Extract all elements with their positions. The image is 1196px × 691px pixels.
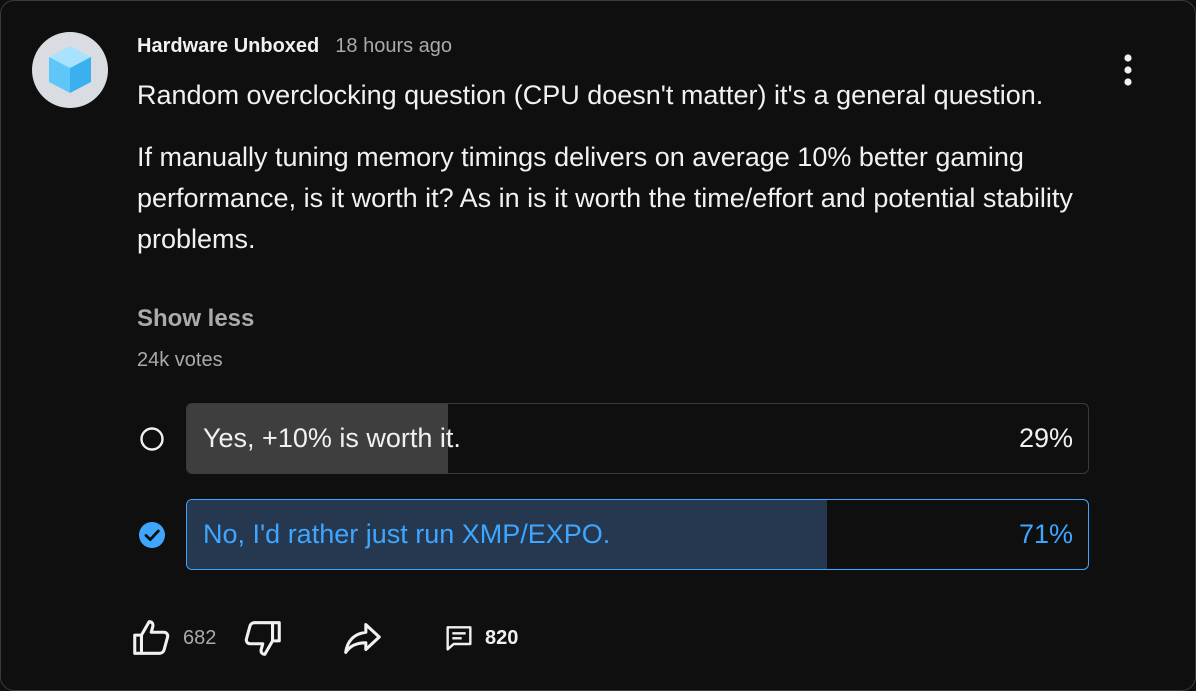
blue-cube-icon (49, 46, 91, 93)
more-vert-icon (1124, 54, 1132, 86)
poll-option-selected[interactable]: No, I'd rather just run XMP/EXPO. 71% (186, 499, 1089, 570)
channel-name[interactable]: Hardware Unboxed (137, 35, 319, 58)
poll-option-label: Yes, +10% is worth it. (203, 423, 461, 453)
share-button[interactable] (339, 613, 385, 663)
post-paragraph: Random overclocking question (CPU doesn'… (137, 80, 1044, 110)
like-button[interactable]: 682 (129, 613, 216, 663)
post-header: Hardware Unboxed 18 hours ago (137, 35, 452, 58)
dislike-button[interactable] (239, 613, 285, 663)
comment-count: 820 (485, 626, 519, 649)
post-timestamp[interactable]: 18 hours ago (335, 35, 452, 58)
poll-option-radio[interactable] (138, 425, 166, 453)
show-less-button[interactable]: Show less (137, 305, 254, 333)
radio-unchecked-icon (140, 427, 164, 451)
post-body: Random overclocking question (CPU doesn'… (137, 75, 1097, 260)
poll-option-percent: 29% (1018, 423, 1073, 453)
post-action-bar: 682 820 (129, 613, 549, 663)
more-actions-button[interactable] (1111, 53, 1145, 87)
poll-option-label: No, I'd rather just run XMP/EXPO. (203, 519, 611, 549)
post-paragraph: If manually tuning memory timings delive… (137, 142, 1073, 254)
thumb-up-icon (133, 620, 170, 655)
community-post-card: Hardware Unboxed 18 hours ago Random ove… (0, 0, 1196, 691)
comment-icon (446, 626, 472, 651)
check-circle-icon (139, 522, 165, 548)
poll-option-radio-selected[interactable] (138, 521, 166, 549)
poll-vote-count: 24k votes (137, 349, 223, 371)
channel-avatar[interactable] (32, 32, 108, 108)
poll-option-percent: 71% (1018, 519, 1073, 549)
thumb-down-icon (244, 621, 281, 656)
comments-button[interactable]: 820 (443, 613, 518, 663)
like-count: 682 (183, 626, 217, 649)
poll-option[interactable]: Yes, +10% is worth it. 29% (186, 403, 1089, 474)
share-icon (344, 623, 381, 654)
